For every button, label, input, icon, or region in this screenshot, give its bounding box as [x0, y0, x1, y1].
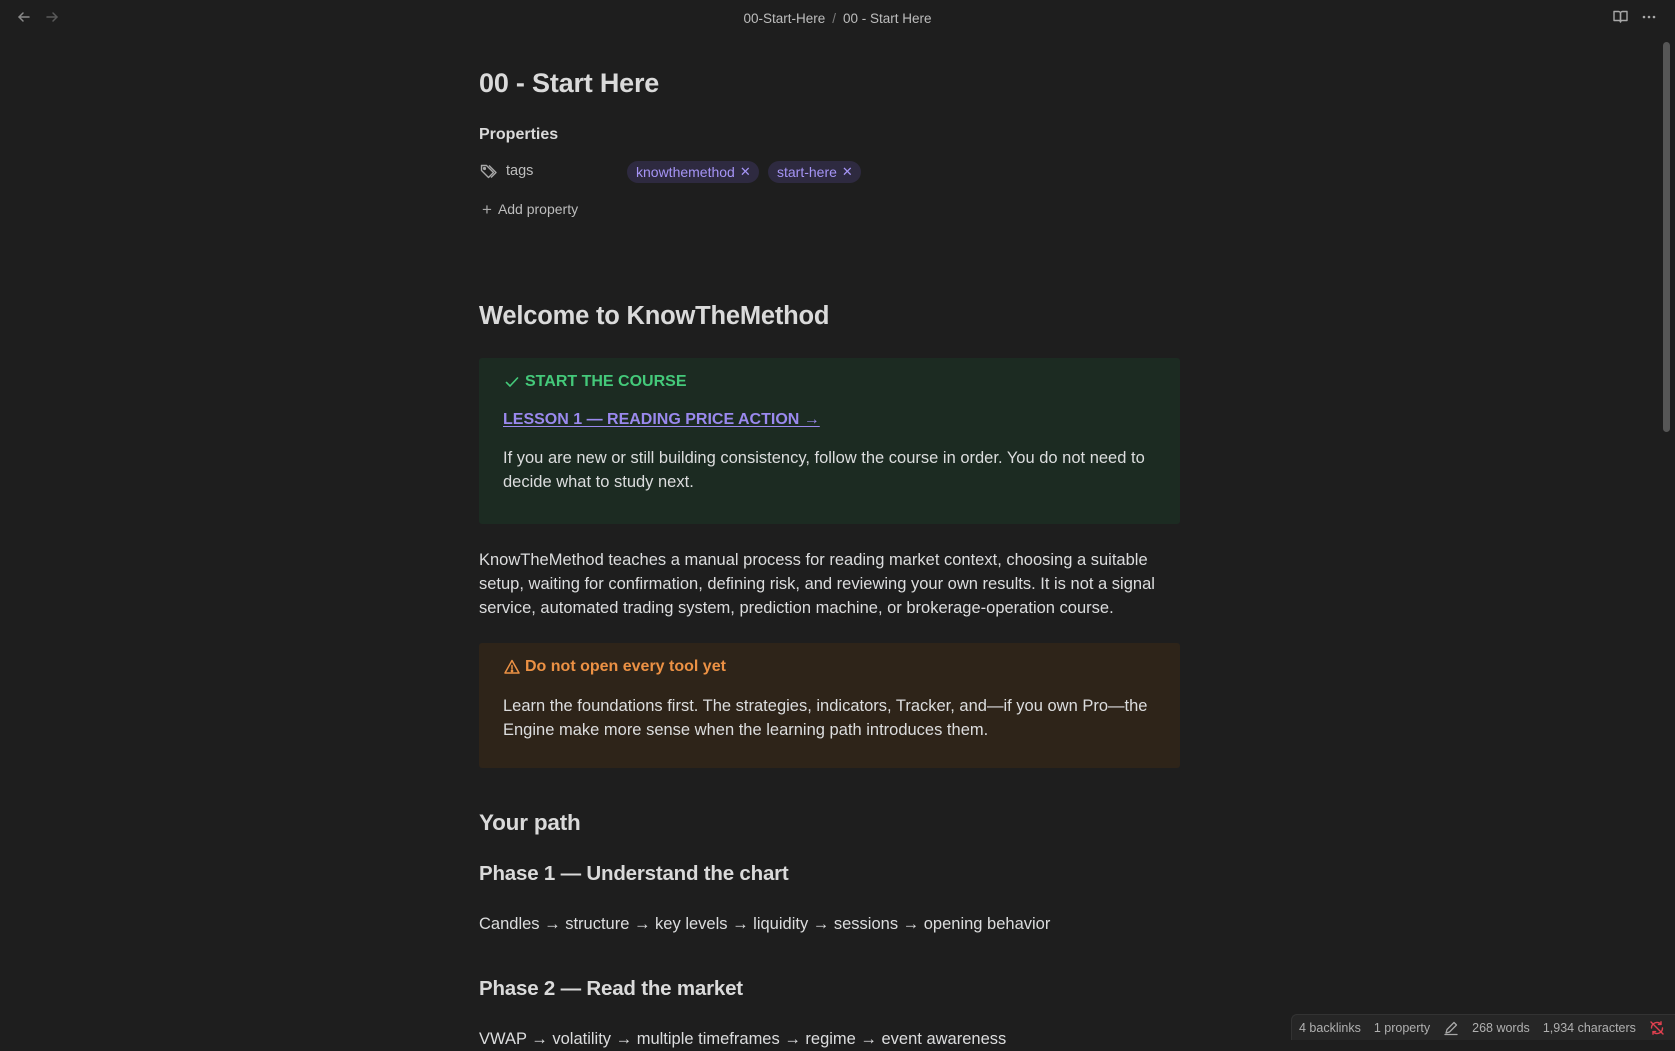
word-count: 268 words: [1472, 1020, 1530, 1035]
intro-paragraph: KnowTheMethod teaches a manual process f…: [479, 551, 1155, 617]
character-count: 1,934 characters: [1542, 1020, 1636, 1035]
breadcrumb-separator: /: [832, 10, 836, 26]
property-row-tags: tags knowthemethod ✕ start-here ✕: [479, 160, 1181, 184]
your-path-heading: Your path: [479, 810, 581, 835]
welcome-heading: Welcome to KnowTheMethod: [479, 302, 830, 330]
callout-title: START THE COURSE: [503, 372, 1156, 392]
more-options-button[interactable]: [1637, 8, 1661, 30]
lesson-1-link[interactable]: LESSON 1 — READING PRICE ACTION →: [503, 411, 820, 429]
callout-body: If you are new or still building consist…: [503, 449, 1145, 491]
remove-tag-icon[interactable]: ✕: [740, 164, 751, 180]
check-icon: [503, 373, 521, 391]
tag-label: knowthemethod: [636, 164, 735, 180]
callout-title-text: START THE COURSE: [525, 373, 687, 390]
remove-tag-icon[interactable]: ✕: [842, 164, 853, 180]
back-button[interactable]: [12, 8, 36, 30]
pencil-icon[interactable]: [1443, 1020, 1459, 1036]
arrow-right-icon: [44, 9, 60, 30]
status-bar: 4 backlinks 1 property 268 words 1,934 c…: [1291, 1014, 1675, 1040]
tag-label: start-here: [777, 164, 837, 180]
forward-button[interactable]: [40, 8, 64, 30]
add-property-label: Add property: [497, 201, 579, 217]
arrow-left-icon: [16, 9, 32, 30]
phase-1-text: Candles → structure → key levels → liqui…: [479, 915, 1051, 933]
sync-off-icon[interactable]: [1649, 1020, 1665, 1036]
callout-title: Do not open every tool yet: [503, 657, 1156, 677]
more-horizontal-icon: [1641, 9, 1657, 30]
start-course-callout[interactable]: START THE COURSE LESSON 1 — READING PRIC…: [479, 358, 1180, 524]
tag-pill[interactable]: knowthemethod ✕: [627, 161, 759, 183]
title-bar: 00-Start-Here / 00 - Start Here: [0, 0, 1675, 36]
callout-title-text: Do not open every tool yet: [525, 658, 726, 675]
properties-heading[interactable]: Properties: [479, 126, 558, 144]
property-key[interactable]: tags: [506, 163, 533, 179]
breadcrumb-note[interactable]: 00 - Start Here: [843, 11, 932, 26]
reading-mode-button[interactable]: [1608, 8, 1632, 30]
note-title[interactable]: 00 - Start Here: [479, 68, 659, 99]
tag-pill[interactable]: start-here ✕: [768, 161, 861, 183]
book-open-icon: [1612, 8, 1629, 30]
backlinks-count[interactable]: 4 backlinks: [1299, 1021, 1361, 1035]
phase-1-heading: Phase 1 — Understand the chart: [479, 862, 789, 885]
phase-2-heading: Phase 2 — Read the market: [479, 977, 743, 1000]
breadcrumb: 00-Start-Here / 00 - Start Here: [0, 0, 1675, 36]
callout-body: Learn the foundations first. The strateg…: [503, 697, 1148, 739]
vertical-scrollbar[interactable]: [1663, 42, 1670, 432]
tools-warning-callout[interactable]: Do not open every tool yet Learn the fou…: [479, 643, 1180, 768]
plus-icon: +: [482, 199, 492, 219]
add-property-button[interactable]: + Add property: [482, 198, 578, 220]
properties-count[interactable]: 1 property: [1374, 1021, 1430, 1035]
tags-icon: [479, 162, 499, 182]
alert-triangle-icon: [503, 658, 521, 676]
breadcrumb-folder[interactable]: 00-Start-Here: [743, 11, 825, 26]
phase-2-text: VWAP → volatility → multiple timeframes …: [479, 1030, 1007, 1048]
